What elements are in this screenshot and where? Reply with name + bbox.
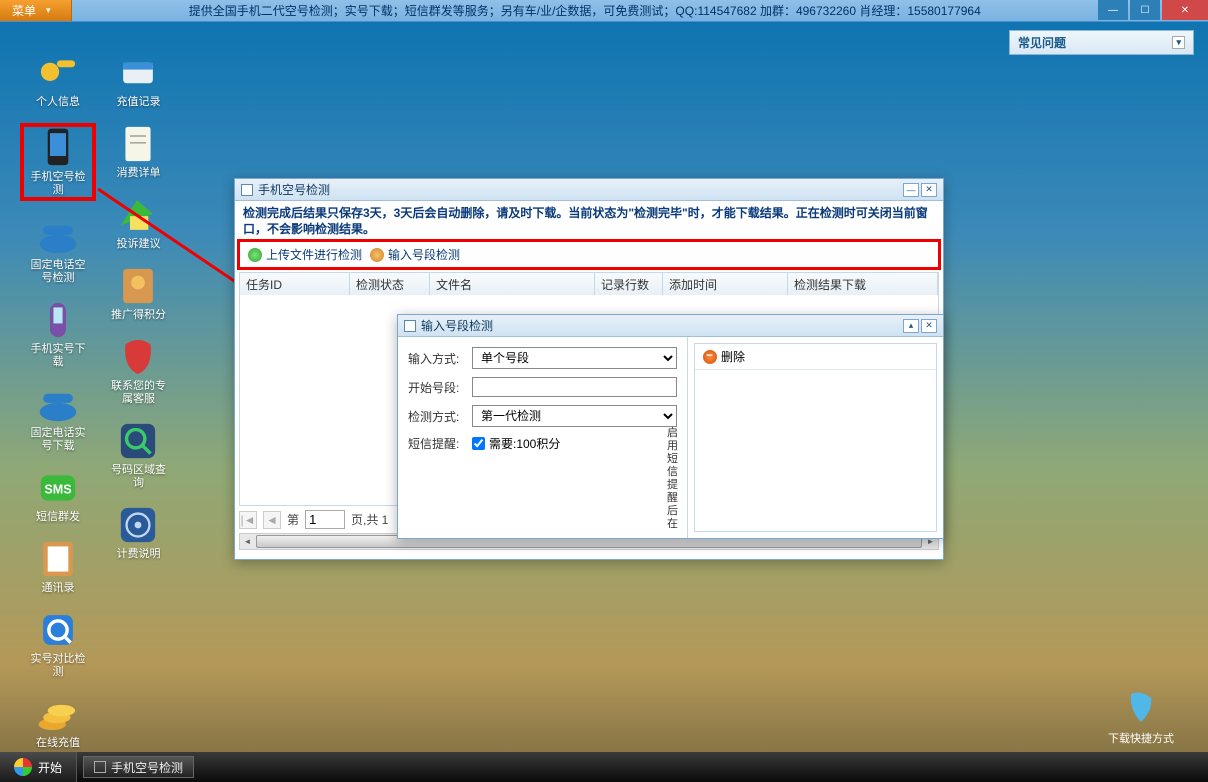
area-query-icon [114, 420, 162, 462]
pager-input[interactable] [305, 510, 345, 529]
sms-bulk-icon: SMS [34, 467, 82, 509]
detect-window-titlebar[interactable]: 手机空号检测 — ✕ [235, 179, 943, 201]
complaint-icon [114, 194, 162, 236]
window-close-button[interactable]: ✕ [921, 183, 937, 197]
start-button[interactable]: 开始 [0, 752, 77, 782]
desktop-icon-real-compare[interactable]: 实号对比检 测 [20, 609, 96, 679]
label-sms-remind: 短信提醒: [408, 435, 472, 452]
recharge-log-icon [114, 52, 162, 94]
toolbar: 上传文件进行检测 输入号段检测 [239, 241, 939, 268]
input-mode-select[interactable]: 单个号段 [472, 347, 677, 369]
shortcut-icon [1123, 690, 1159, 726]
detect-method-select[interactable]: 第一代检测 [472, 405, 677, 427]
desktop-icon-personal-info[interactable]: 个人信息 [20, 52, 96, 109]
landline-empty-detect-icon [34, 215, 82, 257]
desktop-icon-contact-cs[interactable]: 联系您的专 属客服 [100, 336, 176, 406]
desktop-icon-billing[interactable]: 计费说明 [100, 504, 176, 561]
desktop-icon-recharge-log[interactable]: 充值记录 [100, 52, 176, 109]
top-bar: 菜单 提供全国手机二代空号检测；实号下载；短信群发等服务；另有车/业/企数据，可… [0, 0, 1208, 22]
start-orb-icon [14, 758, 32, 776]
detect-window-title: 手机空号检测 [258, 181, 330, 198]
col-task-id[interactable]: 任务ID [240, 273, 350, 295]
label-detect-method: 检测方式: [408, 408, 472, 425]
window-icon [404, 320, 416, 332]
task-icon [94, 761, 106, 773]
banner-text: 提供全国手机二代空号检测；实号下载；短信群发等服务；另有车/业/企数据，可免费测… [72, 2, 1098, 19]
segment-window: 输入号段检测 ▴ ✕ 输入方式: 单个号段 开始号段: 检测方式: 第一代检测 … [397, 314, 944, 539]
desktop-icon-online-recharge[interactable]: 在线充值 [20, 693, 96, 750]
menu-button[interactable]: 菜单 [0, 0, 72, 21]
desktop-icon-mobile-empty-detect[interactable]: 手机空号检 测 [20, 123, 96, 201]
delete-icon [703, 350, 717, 364]
desktop-icon-landline-real-download[interactable]: 固定电话实 号下载 [20, 383, 96, 453]
upload-icon [248, 248, 262, 262]
svg-text:SMS: SMS [44, 483, 71, 497]
col-time[interactable]: 添加时间 [663, 273, 788, 295]
online-recharge-icon [34, 693, 82, 735]
sms-note: 需要:100积分 [489, 435, 560, 452]
delete-button[interactable]: 删除 [721, 348, 745, 365]
segment-list: 删除 [694, 343, 937, 532]
upload-file-button[interactable]: 上传文件进行检测 [248, 246, 362, 263]
maximize-button[interactable]: ☐ [1130, 0, 1160, 20]
promo-points-icon [114, 265, 162, 307]
billing-icon [114, 504, 162, 546]
close-button[interactable]: ✕ [1162, 0, 1208, 20]
desktop-icon-landline-empty-detect[interactable]: 固定电话空 号检测 [20, 215, 96, 285]
taskbar-item[interactable]: 手机空号检测 [83, 756, 194, 778]
notice-text: 检测完成后结果只保存3天，3天后会自动删除，请及时下载。当前状态为"检测完毕"时… [235, 201, 943, 241]
desktop-icon-address-book[interactable]: 通讯录 [20, 538, 96, 595]
col-rows[interactable]: 记录行数 [595, 273, 663, 295]
start-segment-input[interactable] [472, 377, 677, 397]
col-status[interactable]: 检测状态 [350, 273, 430, 295]
segment-icon [370, 248, 384, 262]
segment-window-titlebar[interactable]: 输入号段检测 ▴ ✕ [398, 315, 943, 337]
minimize-button[interactable]: — [1098, 0, 1128, 20]
desktop-icon-promo-points[interactable]: 推广得积分 [100, 265, 176, 322]
landline-real-download-icon [34, 383, 82, 425]
real-compare-icon [34, 609, 82, 651]
col-filename[interactable]: 文件名 [430, 273, 595, 295]
taskbar: 开始 手机空号检测 [0, 752, 1208, 782]
window-restore-button[interactable]: ▴ [903, 319, 919, 333]
pager-first[interactable]: |◄ [239, 511, 257, 529]
sms-remind-checkbox[interactable] [472, 437, 485, 450]
vertical-hint: 启用短信提醒后在 [667, 427, 679, 531]
address-book-icon [34, 538, 82, 580]
desktop-icon-mobile-real-download[interactable]: 手机实号下 载 [20, 299, 96, 369]
personal-info-icon [34, 52, 82, 94]
segment-window-title: 输入号段检测 [421, 317, 493, 334]
mobile-real-download-icon [34, 299, 82, 341]
desktop-icon-sms-bulk[interactable]: SMS短信群发 [20, 467, 96, 524]
consumption-list-icon [114, 123, 162, 165]
window-controls: — ☐ ✕ [1098, 0, 1208, 21]
desktop-icon-consumption-list[interactable]: 消费详单 [100, 123, 176, 180]
window-close-button[interactable]: ✕ [921, 319, 937, 333]
col-download[interactable]: 检测结果下载 [788, 273, 938, 295]
mobile-empty-detect-icon [34, 127, 82, 169]
desktop-icon-area-query[interactable]: 号码区域查 询 [100, 420, 176, 490]
input-segment-button[interactable]: 输入号段检测 [370, 246, 460, 263]
label-input-mode: 输入方式: [408, 350, 472, 367]
window-icon [241, 184, 253, 196]
download-shortcut[interactable]: 下载快捷方式 [1108, 690, 1174, 746]
window-minimize-button[interactable]: — [903, 183, 919, 197]
label-start-segment: 开始号段: [408, 379, 472, 396]
desktop-icon-complaint[interactable]: 投诉建议 [100, 194, 176, 251]
pager-prev[interactable]: ◄ [263, 511, 281, 529]
contact-cs-icon [114, 336, 162, 378]
